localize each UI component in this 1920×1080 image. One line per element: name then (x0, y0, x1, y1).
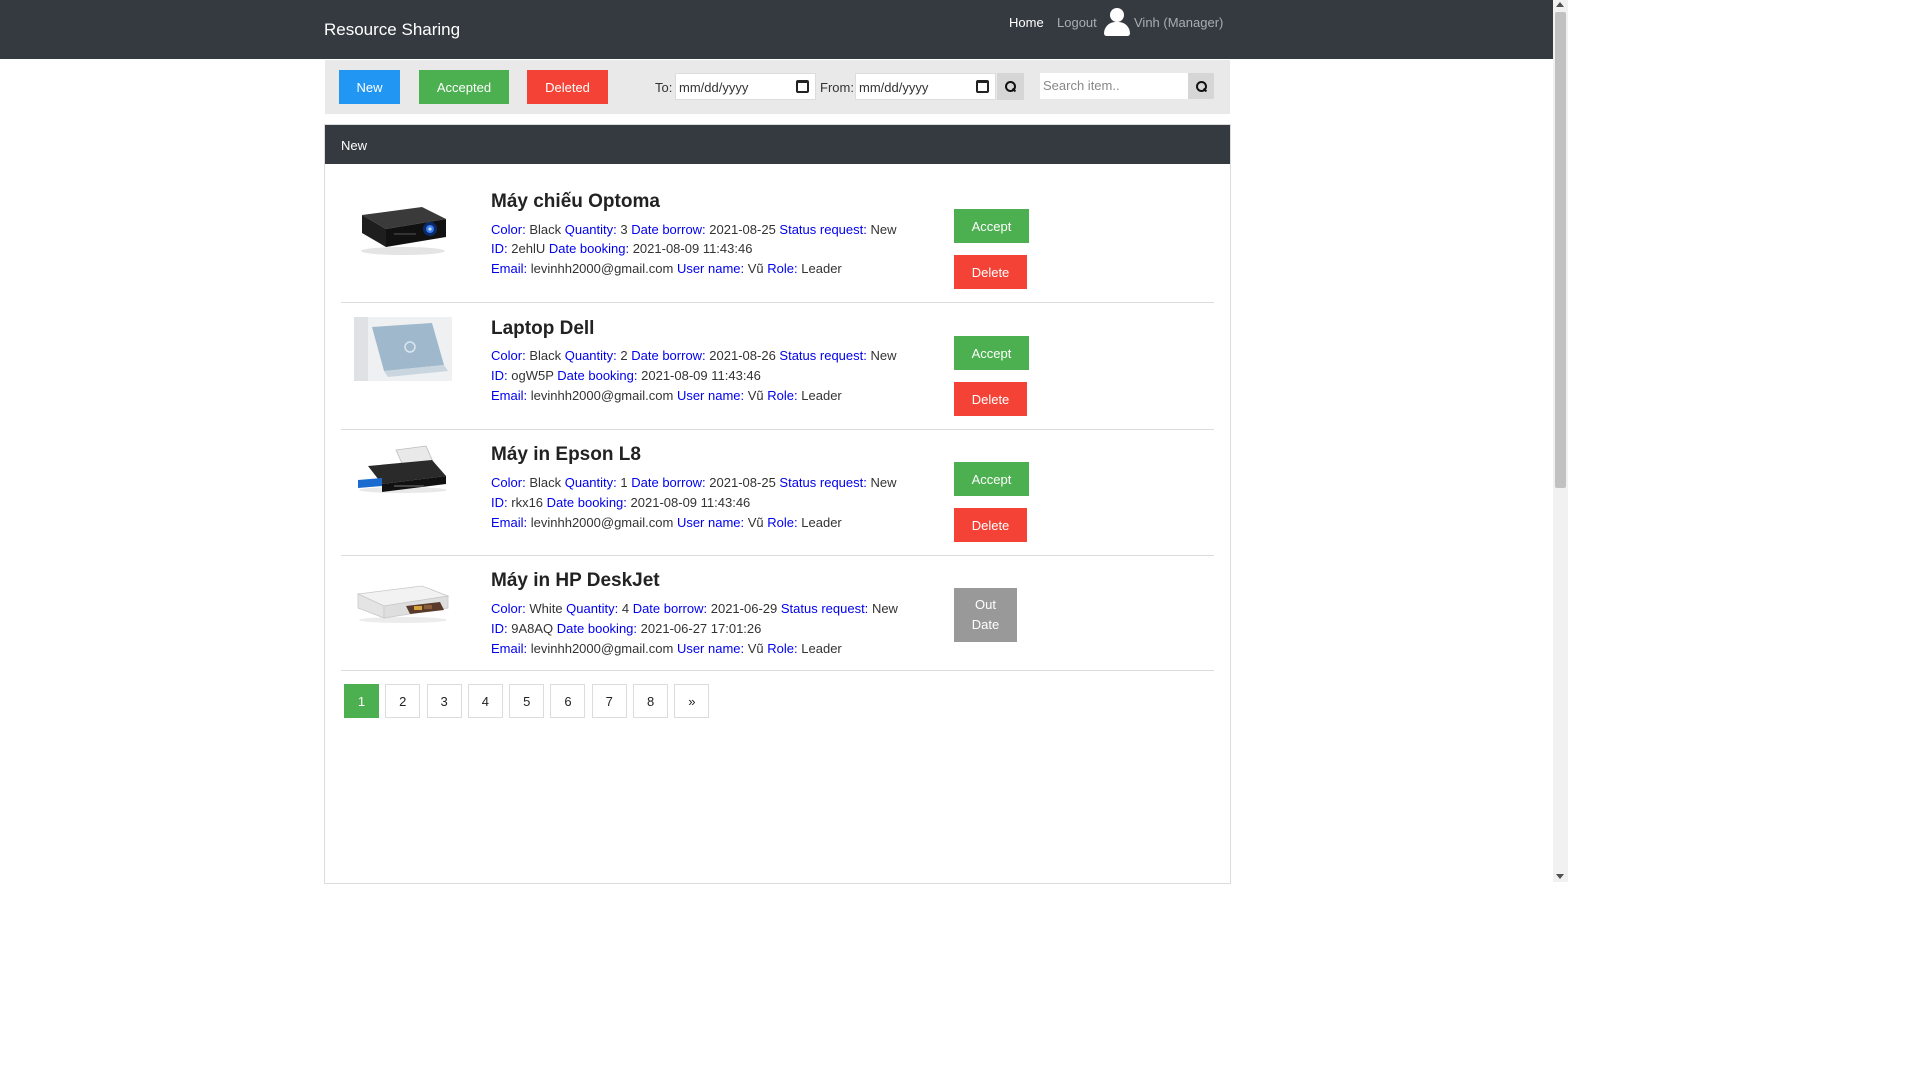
search-icon (1195, 80, 1207, 92)
item-line-3: Email: levinhh2000@gmail.com User name: … (491, 515, 842, 530)
next-page[interactable]: » (674, 684, 710, 718)
item-line-3: Email: levinhh2000@gmail.com User name: … (491, 261, 842, 276)
to-date-value: mm/dd/yyyy (679, 80, 749, 95)
out-date-button[interactable]: Out Date (954, 588, 1017, 642)
search-icon (1005, 81, 1016, 92)
nav-logout-link[interactable]: Logout (1057, 15, 1097, 30)
page-1[interactable]: 1 (344, 684, 379, 718)
page-2[interactable]: 2 (385, 684, 421, 718)
item-line-2: ID: 2ehlU Date booking: 2021-08-09 11:43… (491, 241, 753, 256)
printer-image (356, 585, 450, 623)
from-date-input[interactable]: mm/dd/yyyy (855, 73, 996, 100)
page-3[interactable]: 3 (426, 684, 462, 718)
scroll-down-arrow-icon[interactable] (1556, 874, 1564, 879)
item-line-2: ID: rkx16 Date booking: 2021-08-09 11:43… (491, 495, 751, 510)
delete-button[interactable]: Delete (954, 382, 1027, 416)
item-line-1: Color: Black Quantity: 2 Date borrow: 20… (491, 348, 897, 363)
scroll-thumb[interactable] (1555, 12, 1566, 488)
filter-accepted-button[interactable]: Accepted (419, 70, 509, 104)
item-title: Máy in HP DeskJet (491, 570, 660, 591)
item-line-1: Color: Black Quantity: 1 Date borrow: 20… (491, 475, 897, 490)
from-date-value: mm/dd/yyyy (859, 80, 929, 95)
date-search-button[interactable] (997, 73, 1024, 100)
page-4[interactable]: 4 (467, 684, 503, 718)
filter-new-button[interactable]: New (339, 70, 400, 104)
delete-button[interactable]: Delete (954, 255, 1027, 289)
delete-button[interactable]: Delete (954, 508, 1027, 542)
calendar-icon[interactable] (796, 80, 809, 93)
item-title: Laptop Dell (491, 318, 595, 339)
item-line-2: ID: 9A8AQ Date booking: 2021-06-27 17:01… (491, 621, 762, 636)
page-scrollbar[interactable] (1553, 0, 1568, 882)
filter-deleted-button[interactable]: Deleted (527, 70, 608, 104)
page-5[interactable]: 5 (509, 684, 545, 718)
user-icon (1104, 7, 1130, 37)
page-7[interactable]: 7 (591, 684, 627, 718)
item-line-3: Email: levinhh2000@gmail.com User name: … (491, 388, 842, 403)
item-line-1: Color: Black Quantity: 3 Date borrow: 20… (491, 222, 897, 237)
user-menu[interactable]: Vinh (Manager) (1104, 7, 1223, 37)
item-line-2: ID: ogW5P Date booking: 2021-08-09 11:43… (491, 368, 761, 383)
item-title: Máy in Epson L8 (491, 444, 641, 465)
page-8[interactable]: 8 (633, 684, 669, 718)
calendar-icon[interactable] (976, 80, 989, 93)
brand-title[interactable]: Resource Sharing (324, 20, 460, 40)
projector-image (361, 207, 446, 255)
from-label: From: (820, 80, 854, 95)
list-item: Laptop Dell Color: Black Quantity: 2 Dat… (341, 303, 1214, 430)
pagination: 1 2 3 4 5 6 7 8 » (344, 684, 716, 718)
item-line-3: Email: levinhh2000@gmail.com User name: … (491, 641, 842, 656)
nav-home-link[interactable]: Home (1009, 15, 1044, 30)
search-input[interactable]: Search item.. (1040, 73, 1188, 99)
printer-image (358, 445, 447, 493)
request-panel: New Máy chiếu Optoma Color: Black Quanti… (324, 124, 1231, 884)
list-item: Máy in Epson L8 Color: Black Quantity: 1… (341, 430, 1214, 556)
accept-button[interactable]: Accept (954, 462, 1029, 496)
page-6[interactable]: 6 (550, 684, 586, 718)
to-label: To: (655, 80, 673, 95)
search-button[interactable] (1188, 73, 1214, 99)
user-name: Vinh (Manager) (1134, 14, 1224, 30)
top-navbar: Resource Sharing Home Logout Vinh (Manag… (0, 0, 1553, 59)
accept-button[interactable]: Accept (954, 336, 1029, 370)
list-item: Máy chiếu Optoma Color: Black Quantity: … (341, 165, 1214, 303)
panel-title: New (325, 125, 1230, 164)
item-line-1: Color: White Quantity: 4 Date borrow: 20… (491, 601, 898, 616)
scroll-up-arrow-icon[interactable] (1556, 2, 1564, 7)
list-item: Máy in HP DeskJet Color: White Quantity:… (341, 556, 1214, 671)
accept-button[interactable]: Accept (954, 209, 1029, 243)
to-date-input[interactable]: mm/dd/yyyy (675, 73, 816, 100)
filter-toolbar: New Accepted Deleted To: mm/dd/yyyy From… (325, 60, 1230, 114)
item-title: Máy chiếu Optoma (491, 191, 660, 212)
laptop-image (354, 317, 452, 381)
